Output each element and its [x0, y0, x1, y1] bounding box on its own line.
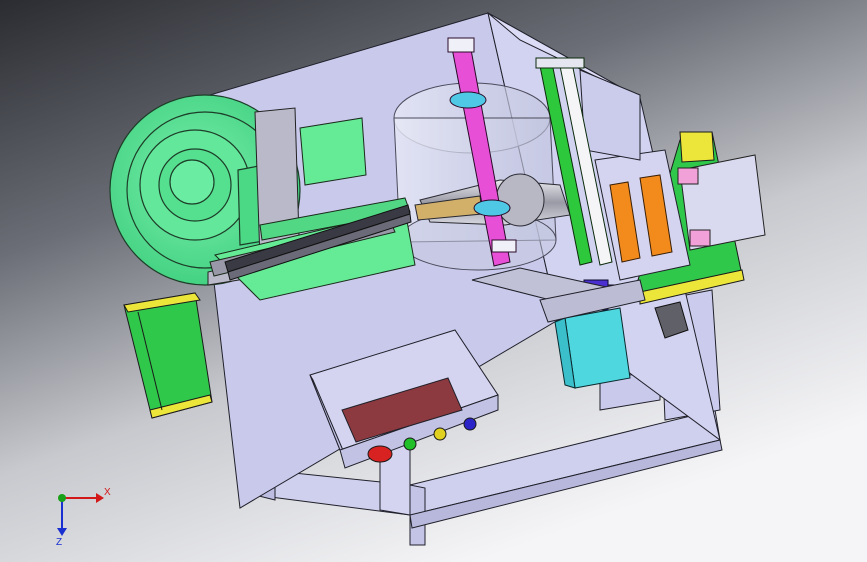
triad-z-label: Z: [56, 537, 62, 548]
triad-x-label: X: [104, 487, 111, 498]
blue-button[interactable]: [463, 417, 477, 431]
cad-viewport[interactable]: X Z: [0, 0, 867, 562]
triad-y-origin: [58, 494, 66, 502]
cyan-motor[interactable]: [554, 307, 631, 389]
green-button[interactable]: [403, 437, 417, 451]
yellow-button[interactable]: [433, 427, 447, 441]
gripper-assembly[interactable]: [677, 154, 766, 251]
emergency-stop-button[interactable]: [367, 445, 393, 463]
